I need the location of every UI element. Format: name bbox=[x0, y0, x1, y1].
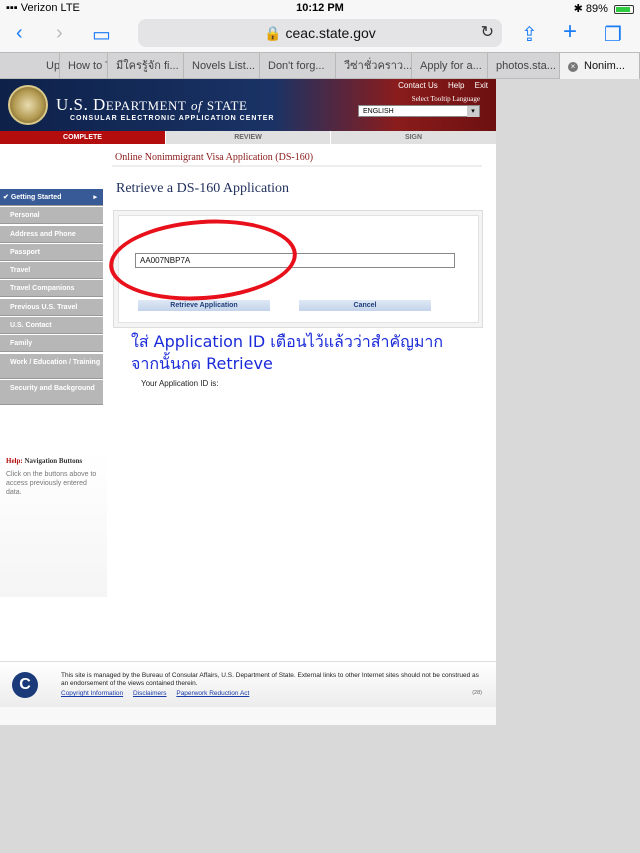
contact-us-link[interactable]: Contact Us bbox=[398, 81, 438, 90]
tab-1[interactable]: How to T bbox=[60, 53, 108, 79]
help-title: Help: Navigation Buttons bbox=[6, 457, 83, 465]
ceac-logo-icon: C bbox=[12, 672, 38, 698]
version-number: (28) bbox=[472, 690, 482, 696]
application-id-input[interactable]: AA007NBP7A bbox=[135, 253, 455, 268]
sidebar-item-address-phone[interactable]: Address and Phone bbox=[0, 225, 103, 243]
battery-info: ✱ 89% bbox=[574, 2, 634, 15]
browser-toolbar: ‹ › ▭ 🔒 ceac.state.gov ↻ ⇪ + ❐ bbox=[0, 16, 640, 52]
status-bar: ▪▪▪ Verizon LTE 10:12 PM ✱ 89% bbox=[0, 0, 640, 16]
sidebar-item-family[interactable]: Family bbox=[0, 335, 103, 353]
divider bbox=[112, 165, 482, 167]
disclaimers-link[interactable]: Disclaimers bbox=[133, 690, 167, 697]
tab-0[interactable]: Up bbox=[0, 53, 60, 79]
tab-3[interactable]: Novels List... bbox=[184, 53, 260, 79]
battery-percent: 89% bbox=[585, 3, 608, 15]
web-page: U.S. DEPARTMENT of STATE CONSULAR ELECTR… bbox=[0, 79, 496, 725]
sidebar-item-us-contact[interactable]: U.S. Contact bbox=[0, 317, 103, 335]
language-select[interactable]: ENGLISH ▾ bbox=[358, 105, 480, 117]
reload-icon[interactable]: ↻ bbox=[481, 19, 494, 47]
tab-8-label: Nonim... bbox=[584, 60, 625, 72]
close-tab-icon[interactable]: × bbox=[568, 62, 578, 72]
tab-8-active[interactable]: × Nonim... bbox=[560, 53, 640, 79]
address-bar[interactable]: 🔒 ceac.state.gov ↻ bbox=[138, 19, 502, 47]
help-text: Click on the buttons above to access pre… bbox=[6, 471, 97, 496]
tab-7[interactable]: photos.sta... bbox=[488, 53, 560, 79]
application-id-label: Your Application ID is: bbox=[141, 379, 219, 388]
battery-icon bbox=[614, 4, 634, 14]
lock-icon: 🔒 bbox=[264, 25, 282, 41]
sidebar-item-security[interactable]: Security and Background bbox=[0, 379, 103, 405]
new-tab-icon[interactable]: + bbox=[563, 18, 577, 46]
tab-4[interactable]: Don't forg... bbox=[260, 53, 336, 79]
site-title: U.S. DEPARTMENT of STATE bbox=[56, 95, 248, 114]
tooltip-language-label: Select Tooltip Language bbox=[411, 95, 480, 103]
back-icon[interactable]: ‹ bbox=[16, 22, 23, 45]
sidebar-item-travel-companions[interactable]: Travel Companions bbox=[0, 280, 103, 298]
step-review: REVIEW bbox=[165, 131, 330, 144]
sidebar-item-travel[interactable]: Travel bbox=[0, 262, 103, 280]
step-sign: SIGN bbox=[330, 131, 496, 144]
sidebar-nav: ✔ Getting Started ▸ Personal Address and … bbox=[0, 189, 103, 406]
sidebar-item-work-education[interactable]: Work / Education / Training bbox=[0, 353, 103, 379]
help-link[interactable]: Help bbox=[448, 81, 464, 90]
language-value: ENGLISH bbox=[363, 108, 394, 115]
page-title: Retrieve a DS-160 Application bbox=[116, 181, 290, 196]
application-title: Online Nonimmigrant Visa Application (DS… bbox=[115, 152, 314, 163]
state-department-seal-icon bbox=[8, 85, 48, 125]
site-header: U.S. DEPARTMENT of STATE CONSULAR ELECTR… bbox=[0, 79, 496, 131]
annotation-line-1: ใส่ Application ID เตือนไว้แล้วว่าสำคัญม… bbox=[131, 332, 444, 351]
tab-5[interactable]: วีซ่าชั่วคราว... bbox=[336, 53, 412, 79]
progress-bar: COMPLETE REVIEW SIGN bbox=[0, 131, 496, 144]
bookmarks-icon[interactable]: ▭ bbox=[92, 22, 111, 47]
sidebar-item-getting-started[interactable]: ✔ Getting Started ▸ bbox=[0, 189, 103, 206]
tab-bar: Up How to T มีใครรู้จัก fi... Novels Lis… bbox=[0, 52, 640, 79]
help-panel: Help: Navigation Buttons Click on the bu… bbox=[0, 452, 107, 597]
sidebar-item-passport[interactable]: Passport bbox=[0, 243, 103, 261]
share-icon[interactable]: ⇪ bbox=[521, 22, 538, 47]
page-bottom bbox=[0, 707, 496, 725]
exit-link[interactable]: Exit bbox=[475, 81, 488, 90]
footer-disclaimer: This site is managed by the Bureau of Co… bbox=[61, 672, 479, 687]
sidebar-item-personal[interactable]: Personal bbox=[0, 207, 103, 225]
bluetooth-icon: ✱ bbox=[573, 3, 583, 15]
header-links: Contact Us Help Exit bbox=[390, 81, 488, 90]
site-footer: C This site is managed by the Bureau of … bbox=[0, 661, 496, 707]
clock: 10:12 PM bbox=[296, 2, 344, 14]
paperwork-link[interactable]: Paperwork Reduction Act bbox=[176, 690, 249, 697]
chevron-down-icon: ▾ bbox=[467, 106, 479, 117]
tab-6[interactable]: Apply for a... bbox=[412, 53, 488, 79]
annotation-text: ใส่ Application ID เตือนไว้แล้วว่าสำคัญม… bbox=[131, 331, 443, 375]
annotation-line-2: จากนั้นกด Retrieve bbox=[131, 354, 273, 373]
sidebar-item-previous-travel[interactable]: Previous U.S. Travel bbox=[0, 298, 103, 316]
copyright-link[interactable]: Copyright Information bbox=[61, 690, 123, 697]
retrieve-application-button[interactable]: Retrieve Application bbox=[138, 300, 270, 311]
footer-links: Copyright Information Disclaimers Paperw… bbox=[61, 690, 257, 697]
tab-2[interactable]: มีใครรู้จัก fi... bbox=[108, 53, 184, 79]
site-subtitle: CONSULAR ELECTRONIC APPLICATION CENTER bbox=[70, 115, 275, 122]
cancel-button[interactable]: Cancel bbox=[299, 300, 431, 311]
url-text: ceac.state.gov bbox=[285, 25, 376, 41]
tabs-overview-icon[interactable]: ❐ bbox=[604, 22, 622, 47]
forward-icon[interactable]: › bbox=[56, 22, 63, 45]
step-complete: COMPLETE bbox=[0, 131, 165, 144]
